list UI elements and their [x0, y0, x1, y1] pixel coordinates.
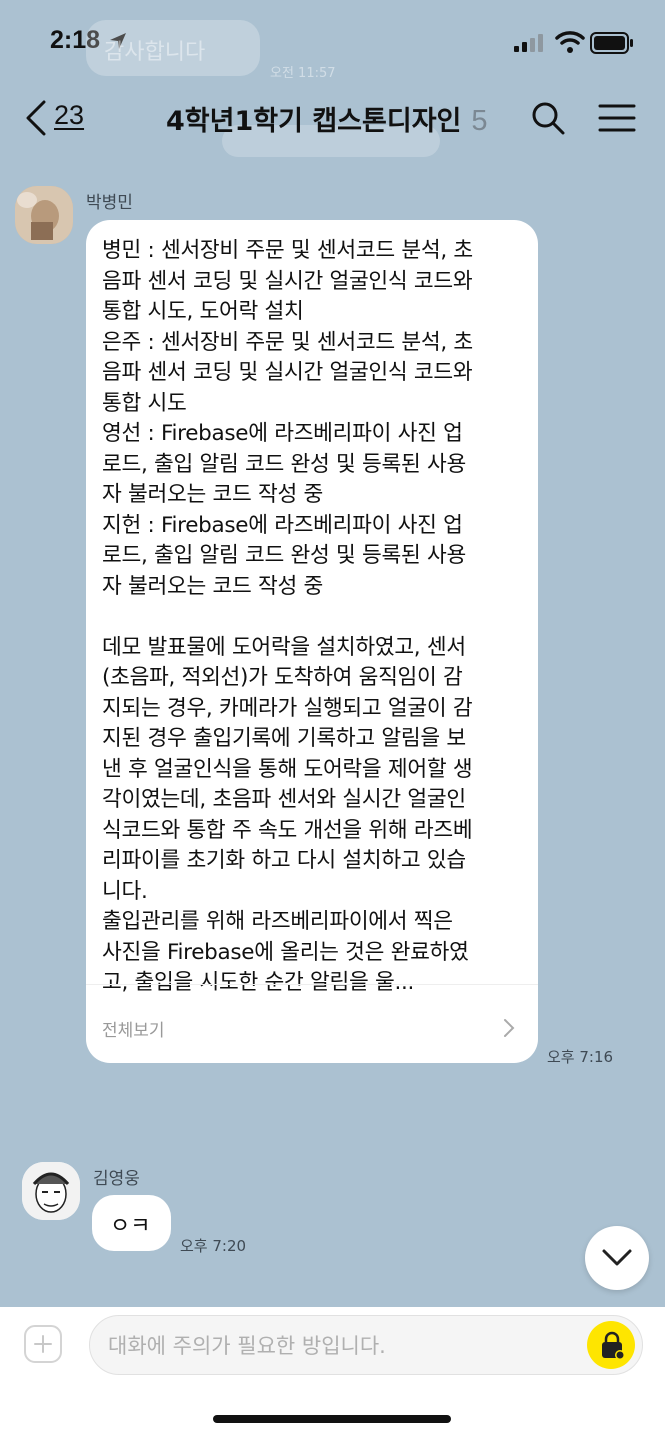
- search-icon[interactable]: [530, 100, 566, 136]
- chat-header: 23 4학년1학기 캡스톤디자인 5: [0, 88, 665, 158]
- message-line: 니다.: [102, 878, 148, 904]
- message-bubble[interactable]: ㅇㅋ: [92, 1195, 171, 1251]
- message-line: 데모 발표물에 도어락을 설치하였고, 센서: [102, 634, 466, 660]
- message-line: 영선 : Firebase에 라즈베리파이 사진 업: [102, 421, 463, 446]
- message-line: 지된 경우 출입기록에 기록하고 알림을 보: [102, 726, 466, 751]
- message-line: 사진을 Firebase에 올리는 것은 완료하였: [102, 939, 469, 965]
- message-line: 고, 출입을 시도한 순간 알림을 울...: [102, 970, 415, 995]
- message-line: 지헌 : Firebase에 라즈베리파이 사진 업: [102, 512, 463, 538]
- chat-title[interactable]: 4학년1학기 캡스톤디자인 5: [166, 99, 488, 138]
- message-line: 자 불러오는 코드 작성 중: [102, 482, 323, 507]
- message-time: 오후 7:20: [180, 1237, 247, 1255]
- avatar[interactable]: [15, 186, 73, 244]
- message-line: 은주 : 센서장비 주문 및 센서코드 분석, 초: [102, 329, 473, 355]
- message-bubble[interactable]: 병민 : 센서장비 주문 및 센서코드 분석, 초음파 센서 코딩 및 실시간 …: [86, 220, 538, 1063]
- see-more-link[interactable]: 전체보기: [102, 1016, 165, 1041]
- hamburger-menu-icon[interactable]: [598, 102, 636, 134]
- attach-button[interactable]: [24, 1325, 62, 1363]
- message-line: 통합 시도, 도어락 설치: [102, 299, 304, 324]
- chevron-right-icon[interactable]: [502, 1018, 516, 1038]
- sender-name: 김영웅: [93, 1169, 140, 1189]
- message-time: 오후 7:16: [547, 1048, 614, 1066]
- message-line: 병민 : 센서장비 주문 및 센서코드 분석, 초: [102, 238, 473, 263]
- send-lock-icon: [602, 1331, 625, 1360]
- send-button[interactable]: [587, 1321, 635, 1369]
- divider: [86, 984, 538, 985]
- battery-icon: [590, 32, 633, 54]
- scroll-down-button[interactable]: [585, 1226, 649, 1290]
- message-line: 낸 후 얼굴인식을 통해 도어락을 제어할 생: [102, 756, 473, 782]
- input-bar: [0, 1307, 665, 1437]
- message-line: 로드, 출입 알림 코드 완성 및 등록된 사용: [102, 451, 466, 477]
- message-line: 음파 센서 코딩 및 실시간 얼굴인식 코드와: [102, 360, 473, 385]
- avatar[interactable]: [22, 1162, 80, 1220]
- member-count: 5: [471, 105, 488, 137]
- wifi-icon: [555, 31, 585, 53]
- chat-title-text: 4학년1학기 캡스톤디자인: [166, 106, 462, 137]
- back-unread-count[interactable]: 23: [54, 100, 84, 131]
- message-line: 식코드와 통합 주 속도 개선을 위해 라즈베: [102, 817, 473, 843]
- message-line: (초음파, 적외선)가 도착하여 움직임이 감: [102, 665, 463, 690]
- message-line: 자 불러오는 코드 작성 중: [102, 573, 323, 599]
- message-line: 출입관리를 위해 라즈베리파이에서 찍은: [102, 909, 453, 934]
- chevron-down-icon: [602, 1249, 632, 1266]
- message-line: 지되는 경우, 카메라가 실행되고 얼굴이 감: [102, 695, 473, 721]
- sender-name: 박병민: [86, 193, 133, 213]
- message-line: 리파이를 초기화 하고 다시 설치하고 있습: [102, 848, 466, 873]
- message-text: ㅇㅋ: [110, 1214, 151, 1239]
- message-input[interactable]: [106, 1326, 570, 1366]
- ghost-message: 감사합니다: [104, 40, 206, 65]
- back-chevron-icon[interactable]: [22, 98, 48, 138]
- home-indicator: [213, 1415, 451, 1423]
- message-line: 통합 시도: [102, 390, 187, 416]
- ghost-time: 오전 11:57: [270, 66, 336, 81]
- message-line: 로드, 출입 알림 코드 완성 및 등록된 사용: [102, 543, 466, 568]
- message-line: 음파 센서 코딩 및 실시간 얼굴인식 코드와: [102, 268, 473, 294]
- plus-icon: [34, 1335, 52, 1353]
- message-line: 각이였는데, 초음파 센서와 실시간 얼굴인: [102, 787, 466, 812]
- message-field: [89, 1315, 643, 1375]
- signal-icon: [514, 34, 543, 52]
